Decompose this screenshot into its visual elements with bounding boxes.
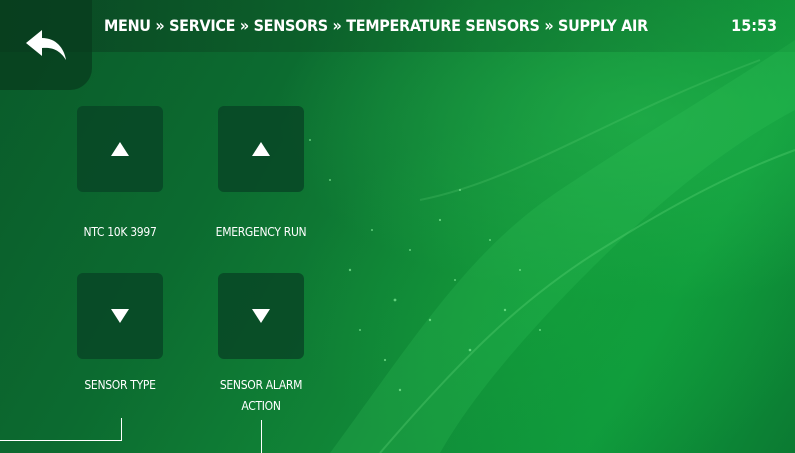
sensor-alarm-action-label-line2: ACTION (241, 399, 281, 413)
alarm-action-leader-line (261, 420, 262, 453)
arrow-down-icon (252, 309, 270, 323)
clock: 15:53 (731, 16, 777, 35)
back-arrow-icon (26, 30, 66, 60)
sensor-alarm-action-value: EMERGENCY RUN (215, 225, 307, 239)
sensor-alarm-action-down-button[interactable] (218, 273, 304, 359)
sensor-type-value: NTC 10K 3997 (83, 225, 157, 239)
sensor-alarm-action-up-button[interactable] (218, 106, 304, 192)
breadcrumb: MENU » SERVICE » SENSORS » TEMPERATURE S… (104, 16, 648, 35)
arrow-up-icon (252, 142, 270, 156)
sensor-type-down-button[interactable] (77, 273, 163, 359)
arrow-down-icon (111, 309, 129, 323)
back-button[interactable] (0, 0, 92, 90)
sensor-alarm-action-label: SENSOR ALARM ACTION (186, 375, 336, 417)
sensor-type-leader-line (0, 418, 122, 441)
sensor-type-label: SENSOR TYPE (84, 378, 156, 392)
arrow-up-icon (111, 142, 129, 156)
sensor-alarm-action-label-line1: SENSOR ALARM (219, 378, 303, 392)
sensor-type-up-button[interactable] (77, 106, 163, 192)
